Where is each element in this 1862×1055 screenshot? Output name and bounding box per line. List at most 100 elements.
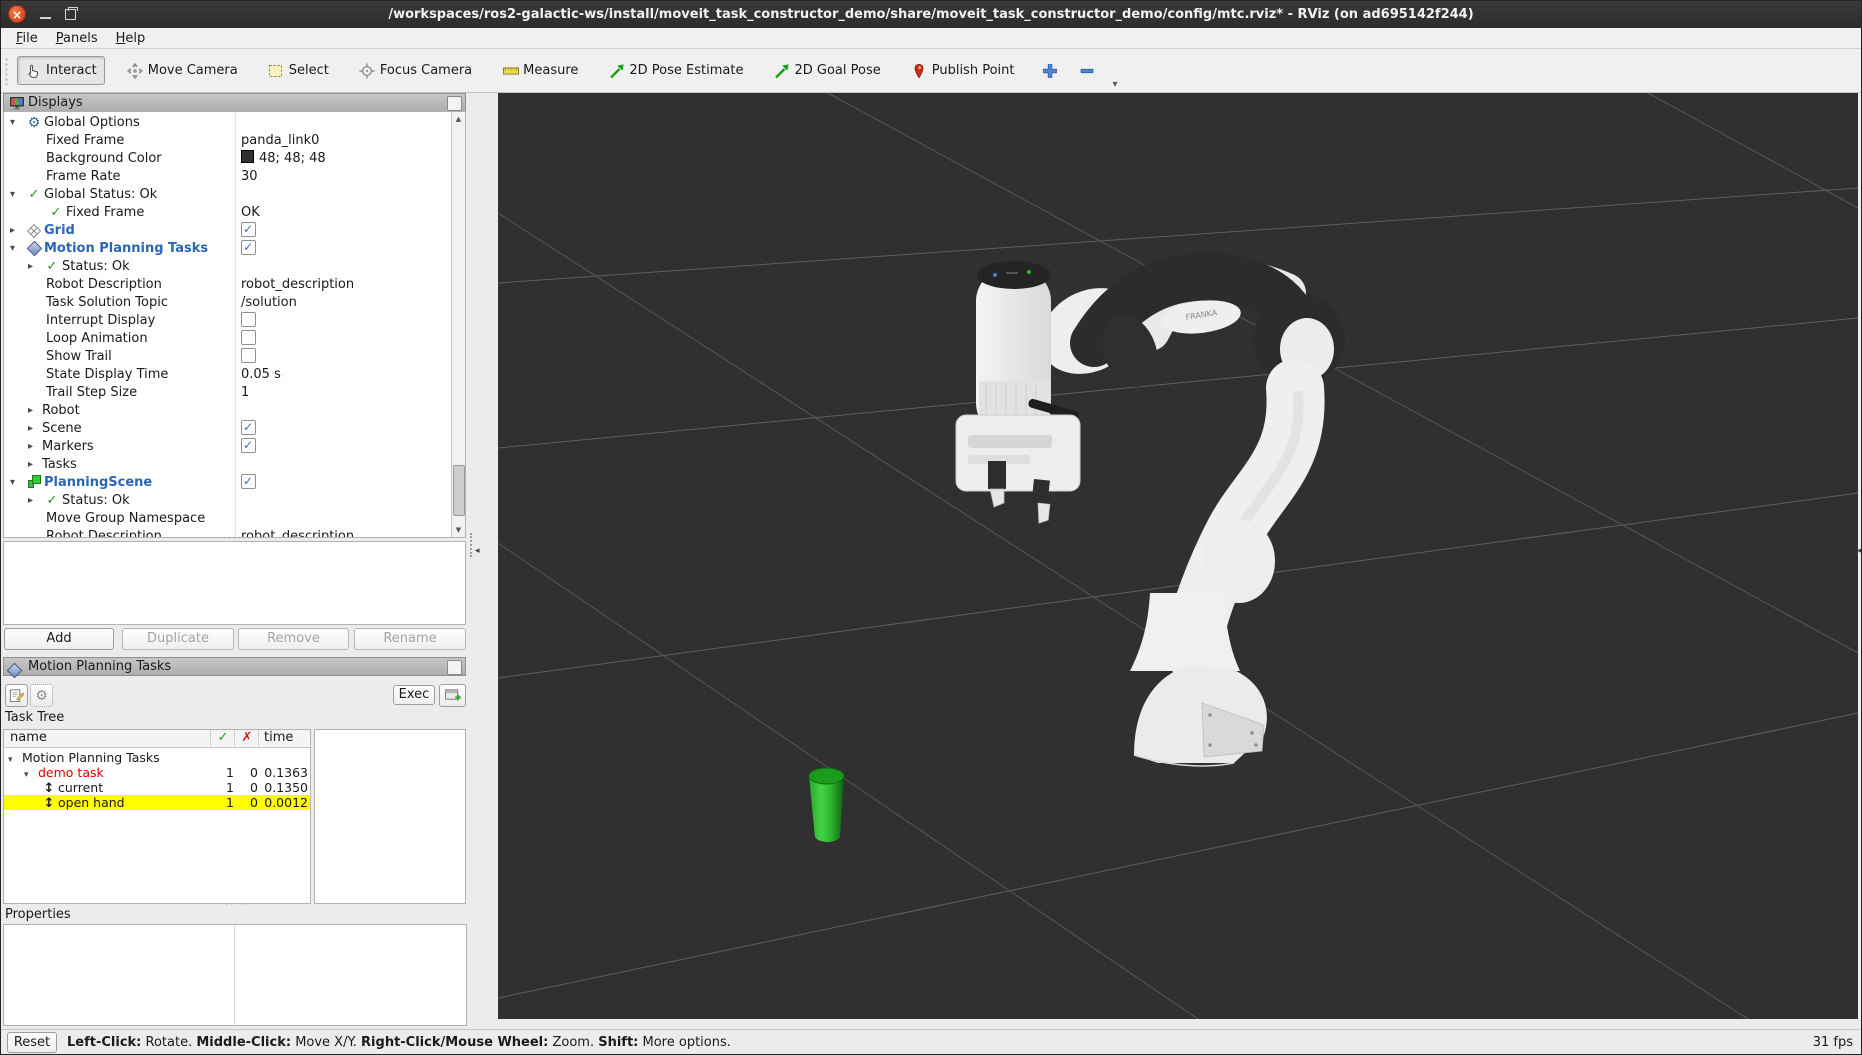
- display-row-value[interactable]: [241, 312, 256, 330]
- expander-closed-icon[interactable]: ▸: [28, 492, 42, 510]
- gear-icon[interactable]: ⚙: [30, 684, 53, 707]
- display-row-trail-step-size[interactable]: Trail Step Size1: [4, 384, 465, 402]
- duplicate-button[interactable]: Duplicate: [122, 628, 234, 650]
- display-row-value[interactable]: 30: [241, 168, 258, 186]
- scrollbar-thumb[interactable]: [453, 465, 465, 516]
- display-row-global-status-ok[interactable]: ▾✓Global Status: Ok: [4, 186, 465, 204]
- tool-focus-camera[interactable]: Focus Camera: [351, 56, 480, 85]
- display-row-status-ok[interactable]: ▸✓Status: Ok: [4, 492, 465, 510]
- checkbox-unchecked[interactable]: [241, 330, 256, 345]
- scroll-down-icon[interactable]: ▼: [452, 526, 465, 534]
- displays-scrollbar[interactable]: ▲ ▼: [451, 112, 465, 537]
- display-row-frame-rate[interactable]: Frame Rate30: [4, 168, 465, 186]
- display-row-value[interactable]: 48; 48; 48: [241, 150, 326, 168]
- expander-open-icon[interactable]: ▾: [10, 474, 24, 492]
- expander-open-icon[interactable]: ▾: [10, 186, 24, 204]
- tool-measure[interactable]: Measure: [494, 56, 586, 85]
- display-row-value[interactable]: [241, 438, 256, 456]
- display-row-show-trail[interactable]: Show Trail: [4, 348, 465, 366]
- scroll-up-icon[interactable]: ▲: [452, 115, 465, 123]
- menu-item-file[interactable]: File: [7, 30, 47, 47]
- add-tool-button[interactable]: [1036, 56, 1067, 85]
- tool-2d-pose-estimate[interactable]: 2D Pose Estimate: [600, 56, 751, 85]
- display-row-fixed-frame[interactable]: Fixed Framepanda_link0: [4, 132, 465, 150]
- collapse-left-icon[interactable]: ◂: [475, 547, 480, 556]
- display-row-grid[interactable]: ▸Grid: [4, 222, 465, 240]
- task-row-demo-task[interactable]: ▾demo task100.1363: [4, 765, 310, 780]
- tool-2d-goal-pose[interactable]: 2D Goal Pose: [765, 56, 888, 85]
- remove-button[interactable]: Remove: [238, 628, 349, 650]
- display-row-value[interactable]: [241, 348, 256, 366]
- display-row-planningscene[interactable]: ▾PlanningScene: [4, 474, 465, 492]
- exec-button[interactable]: Exec: [393, 685, 435, 705]
- display-row-robot-description[interactable]: Robot Descriptionrobot_description: [4, 528, 465, 538]
- display-row-loop-animation[interactable]: Loop Animation: [4, 330, 465, 348]
- display-row-value[interactable]: robot_description: [241, 528, 354, 538]
- checkbox-checked[interactable]: [241, 438, 256, 453]
- toolbar-grip[interactable]: [4, 57, 9, 85]
- checkbox-checked[interactable]: [241, 420, 256, 435]
- menu-item-panels[interactable]: Panels: [47, 30, 107, 47]
- display-row-value[interactable]: [241, 330, 256, 348]
- display-row-move-group-namespace[interactable]: Move Group Namespace: [4, 510, 465, 528]
- display-row-value[interactable]: 1: [241, 384, 249, 402]
- display-row-interrupt-display[interactable]: Interrupt Display: [4, 312, 465, 330]
- display-row-value[interactable]: 0.05 s: [241, 366, 281, 384]
- chevron-down-icon[interactable]: ▾: [1112, 79, 1117, 90]
- expander-closed-icon[interactable]: ▸: [28, 420, 42, 438]
- add-button[interactable]: Add: [4, 628, 114, 650]
- display-row-value[interactable]: robot_description: [241, 276, 354, 294]
- rename-button[interactable]: Rename: [354, 628, 466, 650]
- edit-script-icon[interactable]: [5, 684, 28, 707]
- display-row-motion-planning-tasks[interactable]: ▾Motion Planning Tasks: [4, 240, 465, 258]
- panel-splitter[interactable]: [470, 533, 472, 557]
- expander-closed-icon[interactable]: ▸: [28, 438, 42, 456]
- tool-publish-point[interactable]: Publish Point: [903, 56, 1023, 85]
- expander-closed-icon[interactable]: ▸: [10, 222, 24, 240]
- expander-closed-icon[interactable]: ▸: [28, 402, 42, 420]
- display-row-fixed-frame[interactable]: ✓Fixed FrameOK: [4, 204, 465, 222]
- solutions-list[interactable]: [314, 729, 466, 904]
- display-row-background-color[interactable]: Background Color48; 48; 48: [4, 150, 465, 168]
- display-row-state-display-time[interactable]: State Display Time0.05 s: [4, 366, 465, 384]
- checkbox-checked[interactable]: [241, 222, 256, 237]
- task-table-header[interactable]: name ✓ ✗ time: [4, 730, 310, 748]
- panel-float-button[interactable]: [447, 96, 462, 111]
- displays-panel-header[interactable]: Displays: [3, 93, 466, 112]
- 3d-viewport[interactable]: FRANKA: [498, 93, 1858, 1019]
- checkbox-checked[interactable]: [241, 240, 256, 255]
- panel-float-button[interactable]: [447, 660, 462, 675]
- display-row-value[interactable]: [241, 474, 256, 492]
- remove-tool-button[interactable]: [1073, 56, 1104, 85]
- task-row-current[interactable]: ↕current100.1350: [4, 780, 310, 795]
- tool-select[interactable]: Select: [260, 56, 337, 85]
- column-success-icon[interactable]: ✓: [212, 730, 234, 746]
- add-panel-icon[interactable]: [439, 684, 466, 707]
- task-tree-table[interactable]: name ✓ ✗ time ▾Motion Planning Tasks▾dem…: [3, 729, 311, 904]
- task-row-motion-planning-tasks[interactable]: ▾Motion Planning Tasks: [4, 750, 310, 765]
- display-row-scene[interactable]: ▸Scene: [4, 420, 465, 438]
- splitter-handle[interactable]: ······: [225, 900, 254, 910]
- column-time[interactable]: time: [264, 730, 293, 746]
- display-row-robot-description[interactable]: Robot Descriptionrobot_description: [4, 276, 465, 294]
- column-failure-icon[interactable]: ✗: [236, 730, 258, 746]
- expander-open-icon[interactable]: ▾: [10, 240, 24, 258]
- display-row-global-options[interactable]: ▾⚙Global Options: [4, 114, 465, 132]
- column-name[interactable]: name: [4, 730, 47, 745]
- tasks-panel-header[interactable]: Motion Planning Tasks: [3, 657, 466, 676]
- display-row-tasks[interactable]: ▸Tasks: [4, 456, 465, 474]
- expander-closed-icon[interactable]: ▸: [28, 258, 42, 276]
- checkbox-unchecked[interactable]: [241, 312, 256, 327]
- display-row-status-ok[interactable]: ▸✓Status: Ok: [4, 258, 465, 276]
- collapse-right-icon[interactable]: ◂: [1857, 547, 1862, 556]
- display-row-robot[interactable]: ▸Robot: [4, 402, 465, 420]
- menu-item-help[interactable]: Help: [107, 30, 155, 47]
- tool-move-camera[interactable]: Move Camera: [119, 56, 246, 85]
- display-row-markers[interactable]: ▸Markers: [4, 438, 465, 456]
- display-row-value[interactable]: panda_link0: [241, 132, 319, 150]
- displays-tree[interactable]: ▾⚙Global OptionsFixed Framepanda_link0Ba…: [3, 111, 466, 538]
- checkbox-checked[interactable]: [241, 474, 256, 489]
- titlebar[interactable]: × /workspaces/ros2-galactic-ws/install/m…: [1, 1, 1861, 28]
- tool-interact[interactable]: Interact: [17, 56, 105, 85]
- task-row-open-hand[interactable]: ↕open hand100.0012: [4, 795, 310, 810]
